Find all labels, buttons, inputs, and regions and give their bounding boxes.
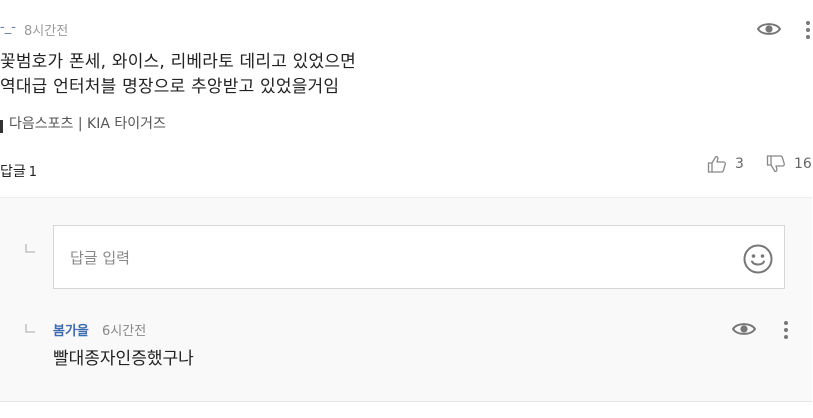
reply-author[interactable]: 봄가을 <box>53 320 89 339</box>
comment-text-line-2: 역대급 언터처블 명장으로 추앙받고 있었을거임 <box>0 77 340 97</box>
reply-toggle-button[interactable]: 답글 1 <box>0 161 37 181</box>
thumbs-up-icon <box>707 155 726 173</box>
reply-input-box[interactable] <box>53 225 785 289</box>
reply-text: 빨대종자인증했구나 <box>53 349 194 369</box>
reply-arrow-icon <box>24 320 36 339</box>
reply-arrow-icon <box>24 240 36 259</box>
eye-icon[interactable] <box>731 318 757 340</box>
source-label: 다음스포츠 | KIA 타이거즈 <box>9 116 166 132</box>
comment-author[interactable]: -_- <box>0 20 16 35</box>
dislike-button[interactable]: 16 <box>766 155 812 173</box>
reply-time: 6시간전 <box>102 324 147 339</box>
reply-label: 답글 <box>0 164 26 180</box>
thumbs-down-icon <box>766 155 785 173</box>
smiley-icon[interactable] <box>742 243 774 275</box>
dislike-count: 16 <box>794 156 812 172</box>
source-divider <box>0 119 3 133</box>
comment-source[interactable]: 다음스포츠 | KIA 타이거즈 <box>0 113 166 133</box>
like-button[interactable]: 3 <box>707 155 744 173</box>
reply-input[interactable] <box>68 248 712 268</box>
comment-text-line-1: 꽃범호가 폰세, 와이스, 리베라토 데리고 있었으면 <box>0 52 357 72</box>
more-vertical-icon[interactable] <box>802 18 813 42</box>
like-count: 3 <box>735 156 744 172</box>
reply-count: 1 <box>28 165 38 180</box>
comment-time: 8시간전 <box>24 24 69 39</box>
more-vertical-icon[interactable] <box>780 318 792 342</box>
eye-icon[interactable] <box>756 18 782 40</box>
